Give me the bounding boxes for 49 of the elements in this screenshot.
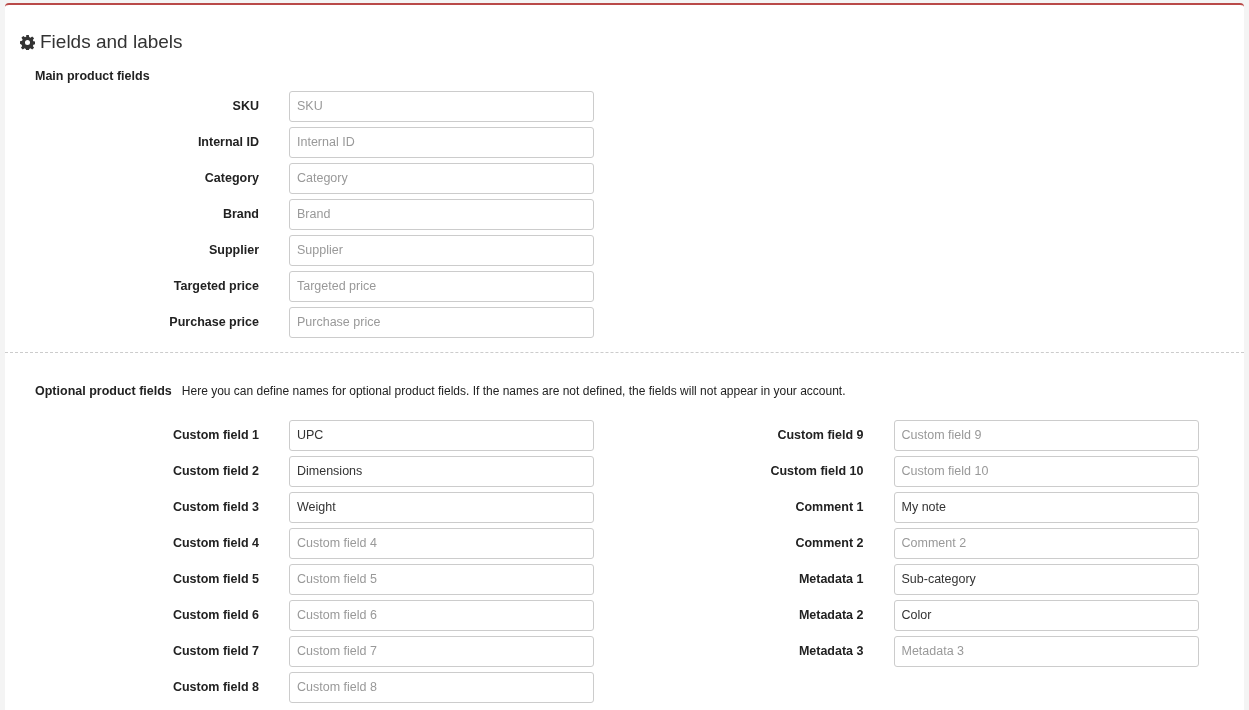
field-label: Purchase price — [168, 313, 259, 331]
input-field[interactable]: Comment 2 — [893, 527, 1199, 559]
section-heading: Optional product fields — [35, 382, 172, 400]
field-label: Comment 2 — [794, 534, 864, 552]
gear-icon — [20, 34, 35, 50]
input-field[interactable]: Custom field 4 — [289, 527, 594, 559]
input-field[interactable]: Weight — [289, 491, 594, 523]
field-label: SKU — [231, 97, 259, 115]
input-field[interactable]: UPC — [289, 419, 594, 451]
field-label: Custom field 8 — [171, 678, 259, 696]
input-field[interactable]: Custom field 6 — [289, 599, 594, 631]
input-field[interactable]: Brand — [289, 198, 594, 230]
input-field[interactable]: Supplier — [289, 234, 594, 266]
input-field[interactable]: SKU — [289, 90, 594, 122]
field-label: Brand — [221, 205, 259, 223]
field-label: Custom field 5 — [171, 570, 259, 588]
field-label: Custom field 10 — [769, 462, 864, 480]
field-label: Comment 1 — [794, 498, 864, 516]
field-label: Internal ID — [196, 133, 259, 151]
description-text: Here you can define names for optional product fields. If the names are not defined, the fields will not appear in your account. — [181, 383, 846, 400]
input-field[interactable]: Custom field 5 — [289, 563, 594, 595]
input-field[interactable]: Purchase price — [289, 306, 594, 338]
field-label: Custom field 6 — [171, 606, 259, 624]
input-field[interactable]: Custom field 7 — [289, 635, 594, 667]
field-label: Targeted price — [172, 277, 259, 295]
section-heading: Main product fields — [35, 67, 150, 85]
field-label: Custom field 3 — [171, 498, 259, 516]
field-label: Custom field 2 — [171, 462, 259, 480]
field-label: Custom field 1 — [171, 426, 259, 444]
field-label: Custom field 7 — [171, 642, 259, 660]
input-field[interactable]: Category — [289, 162, 594, 194]
input-field[interactable]: Custom field 8 — [289, 671, 594, 703]
input-field[interactable]: Sub-category — [893, 563, 1199, 595]
field-label: Metadata 2 — [797, 606, 864, 624]
field-label: Custom field 4 — [171, 534, 259, 552]
field-label: Metadata 3 — [797, 642, 864, 660]
input-field[interactable]: Custom field 9 — [893, 419, 1199, 451]
input-field[interactable]: Color — [893, 599, 1199, 631]
field-label: Metadata 1 — [797, 570, 864, 588]
field-label: Supplier — [208, 241, 259, 259]
field-label: Custom field 9 — [776, 426, 864, 444]
section-title: Fields and labels — [40, 29, 183, 54]
input-field[interactable]: Targeted price — [289, 270, 594, 302]
input-field[interactable]: Internal ID — [289, 126, 594, 158]
input-field[interactable]: Metadata 3 — [893, 635, 1199, 667]
input-field[interactable]: Dimensions — [289, 455, 594, 487]
field-label: Category — [203, 169, 259, 187]
input-field[interactable]: Custom field 10 — [893, 455, 1199, 487]
input-field[interactable]: My note — [893, 491, 1199, 523]
